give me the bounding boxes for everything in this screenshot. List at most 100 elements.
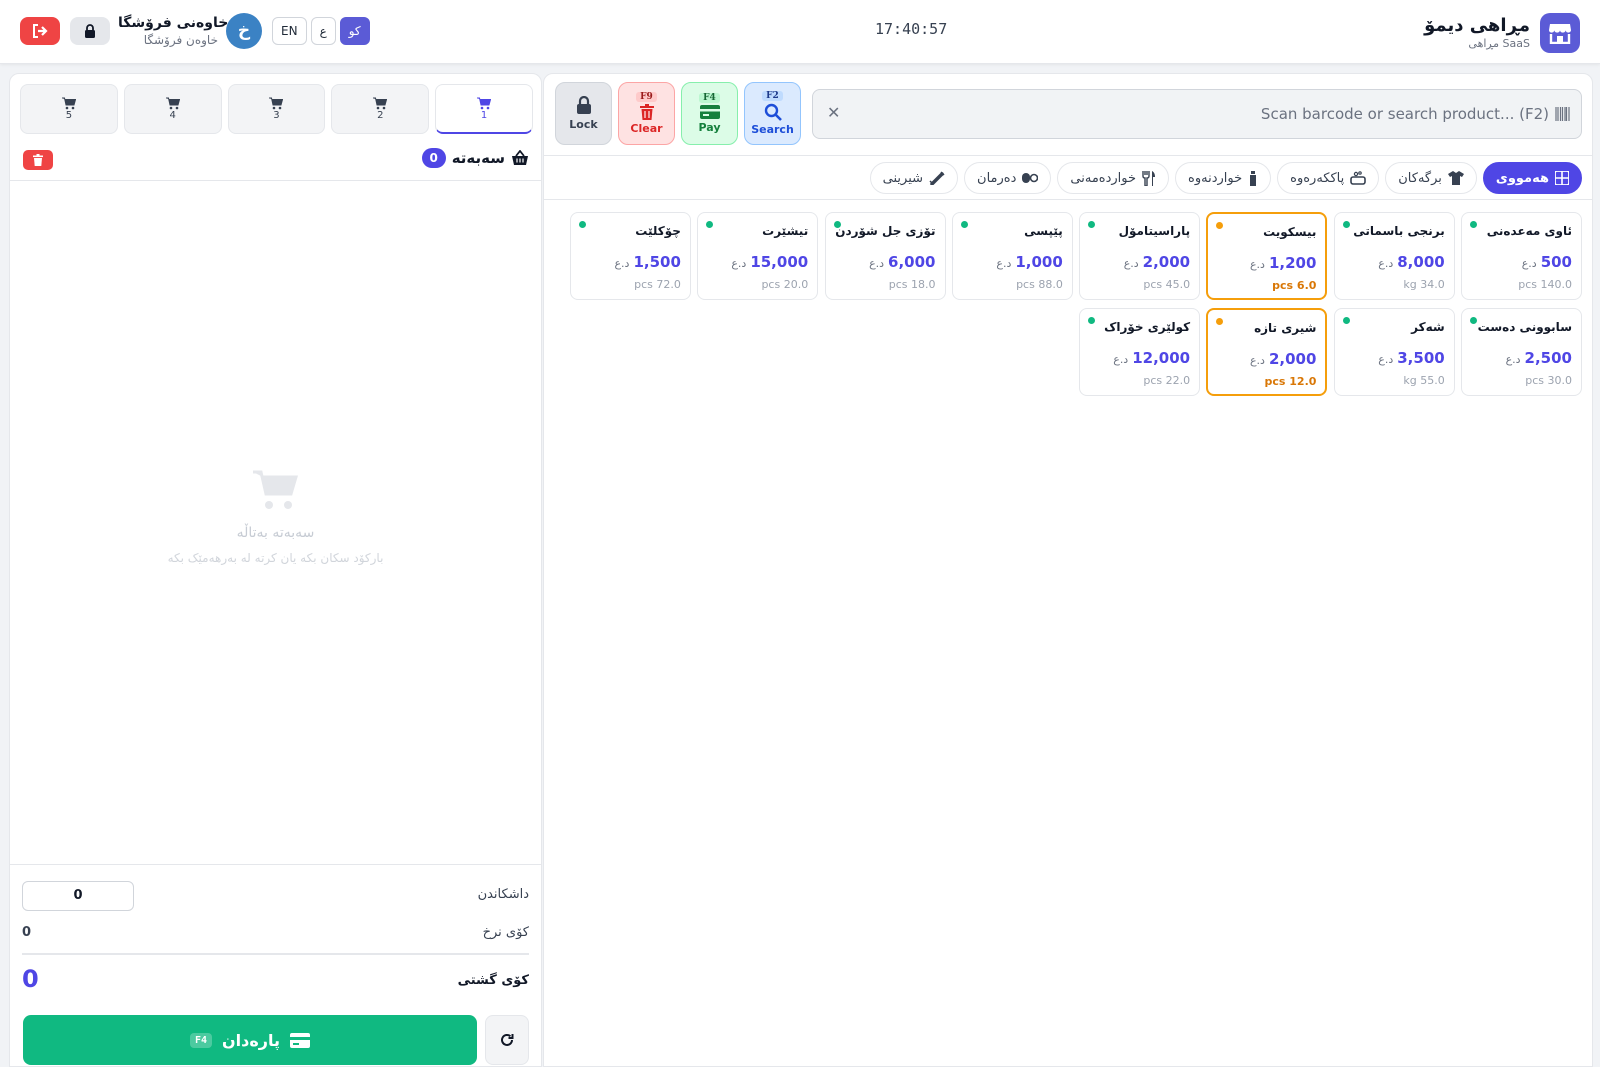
category-chip[interactable]: خواردنەوە (1175, 162, 1272, 194)
discount-label: داشکاندن (477, 887, 529, 902)
logout-icon (33, 24, 48, 38)
price-value: 1,500 (633, 253, 681, 271)
price-value: 2,000 (1142, 253, 1191, 271)
lock-screen-button[interactable] (70, 17, 110, 45)
lock-icon (576, 96, 591, 114)
product-card[interactable]: چۆکلێت د.ع 1,500 pcs 72.0 (569, 212, 691, 300)
credit-card-icon (699, 105, 720, 119)
clear-cart-button[interactable] (23, 150, 53, 170)
cart-icon (373, 97, 388, 110)
category-label: پاککەرەوە (1290, 170, 1345, 186)
product-stock: pcs 30.0 (1525, 374, 1572, 387)
trash-icon (33, 154, 43, 166)
product-price: د.ع 6,000 (869, 253, 935, 271)
product-name: ئاوی مەعدەنی (1486, 224, 1572, 238)
product-card[interactable]: پێپسی د.ع 1,000 pcs 88.0 (951, 212, 1073, 300)
pay-button[interactable]: F4 Pay (681, 82, 738, 145)
stock-status-dot (1470, 221, 1477, 228)
store-icon (1540, 13, 1580, 53)
user-info: خاوەنی فرۆشگا خاوەن فرۆشگا (118, 14, 228, 48)
product-card[interactable]: پاراسیتامۆل د.ع 2,000 pcs 45.0 (1079, 212, 1201, 300)
currency-label: د.ع (1505, 353, 1521, 366)
cart-tab-5[interactable]: 5 (20, 84, 118, 134)
product-name: شیری تازە (1254, 321, 1317, 335)
lock-button[interactable]: Lock (555, 82, 612, 145)
product-name: تۆزی جل شۆردن (835, 224, 936, 238)
language-ar-button[interactable]: ع (310, 17, 336, 45)
product-card[interactable]: برنجی باسماتی د.ع 8,000 kg 34.0 (1333, 212, 1455, 300)
category-label: خواردەمەنی (1070, 170, 1137, 186)
language-ku-button[interactable]: کو (339, 17, 370, 45)
stock-status-dot (960, 221, 968, 228)
category-chip[interactable]: دەرمان (964, 162, 1052, 194)
reset-button[interactable] (485, 1015, 529, 1065)
product-card[interactable]: شەکر د.ع 3,500 kg 55.0 (1333, 308, 1455, 396)
price-value: 6,000 (888, 253, 936, 271)
grid-icon (1555, 171, 1569, 185)
discount-input[interactable]: 0 (22, 881, 134, 911)
category-label: دەرمان (977, 170, 1017, 186)
search-button[interactable]: F2 Search (744, 82, 801, 145)
avatar[interactable]: خ (226, 13, 262, 49)
category-chip[interactable]: پاککەرەوە (1277, 162, 1380, 194)
bottle-icon (1248, 170, 1258, 186)
cart-tab-3[interactable]: 3 (227, 84, 326, 134)
product-price: د.ع 12,000 (1113, 349, 1190, 367)
product-panel: Lock F9 Clear F4 Pay F2 Search ✕ Scan ba… (543, 73, 1593, 1067)
product-stock: pcs 88.0 (1016, 278, 1063, 291)
price-value: 15,000 (750, 253, 809, 271)
product-card[interactable]: تۆزی جل شۆردن د.ع 6,000 pcs 18.0 (824, 212, 946, 300)
category-chip[interactable]: برگەکان (1385, 162, 1477, 194)
utensils-icon (1142, 170, 1156, 186)
refresh-icon (501, 1033, 514, 1046)
empty-cart-title: سەبەتە بەتاڵە (236, 525, 315, 541)
price-value: 12,000 (1132, 349, 1191, 367)
cart-tab-1[interactable]: 1 (435, 84, 533, 134)
candy-icon (929, 171, 945, 185)
stock-status-dot (1342, 221, 1350, 228)
clear-button[interactable]: F9 Clear (618, 82, 675, 145)
trash-icon (639, 104, 654, 120)
subtotal-label: کۆی نرخ (482, 925, 529, 940)
search-icon (764, 103, 782, 121)
close-icon[interactable]: ✕ (827, 103, 840, 122)
currency-label: د.ع (1123, 257, 1139, 270)
product-name: تیشێرت (762, 224, 809, 238)
product-card[interactable]: تیشێرت د.ع 15,000 pcs 20.0 (697, 212, 819, 300)
product-price: د.ع 2,000 (1124, 253, 1190, 271)
lock-label: Lock (569, 118, 598, 131)
cart-icon (165, 97, 180, 110)
product-stock: pcs 20.0 (761, 278, 809, 291)
cart-tab-label: 3 (273, 110, 280, 121)
product-price: د.ع 1,000 (996, 253, 1062, 271)
checkout-button[interactable]: F4 پارەدان (23, 1015, 477, 1065)
stock-status-dot (1342, 317, 1350, 324)
product-card[interactable]: شیری تازە د.ع 2,000 pcs 12.0 (1206, 308, 1328, 396)
cart-tab-4[interactable]: 4 (123, 84, 222, 134)
shortcut-key: F2 (762, 91, 783, 101)
price-value: 1,000 (1015, 253, 1063, 271)
category-chip[interactable]: هەمووی (1482, 162, 1582, 194)
barcode-icon (1555, 107, 1570, 121)
shortcut-key: F4 (699, 93, 720, 103)
product-price: د.ع 8,000 (1378, 253, 1444, 271)
product-card[interactable]: سابوونی دەست د.ع 2,500 pcs 30.0 (1461, 308, 1582, 396)
product-price: د.ع 2,500 (1506, 349, 1572, 367)
cart-tab-2[interactable]: 2 (331, 84, 430, 134)
language-en-button[interactable]: EN (272, 17, 307, 45)
product-card[interactable]: بیسکویت د.ع 1,200 pcs 6.0 (1206, 212, 1328, 300)
category-chip[interactable]: خواردەمەنی (1057, 162, 1170, 194)
shortcut-key: F9 (636, 92, 657, 102)
cart-icon (252, 470, 298, 509)
product-card[interactable]: ئاوی مەعدەنی د.ع 500 pcs 140.0 (1461, 212, 1582, 300)
app-header: مڕاهی دیمۆ مڕاهی SaaS 17:40:57 خاوەنی فر… (0, 0, 1600, 64)
clear-label: Clear (630, 122, 663, 135)
product-name: پێپسی (1024, 224, 1063, 238)
product-search-input[interactable]: ✕ Scan barcode or search product... (F2) (812, 89, 1582, 139)
pay-label: Pay (698, 121, 721, 134)
category-chip[interactable]: شیرینی (869, 162, 959, 194)
logout-button[interactable] (20, 17, 60, 45)
category-bar: هەمووی برگەکان پاککەرەوە خواردنەوە خواردەمەن… (544, 155, 1592, 200)
product-card[interactable]: کولێری خۆراک د.ع 12,000 pcs 22.0 (1079, 308, 1201, 396)
search-label: Search (751, 123, 794, 136)
